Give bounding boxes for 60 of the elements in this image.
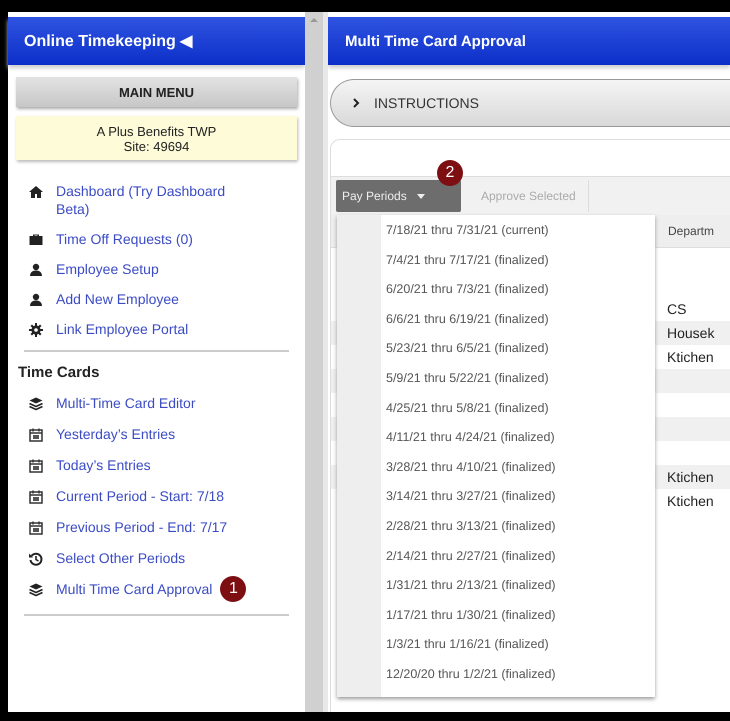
calendar-icon	[28, 458, 44, 474]
layers-icon	[28, 582, 44, 598]
menu-item[interactable]: 6/20/21 thru 7/3/21 (finalized)	[386, 282, 556, 312]
menu-item[interactable]: 6/6/21 thru 6/19/21 (finalized)	[386, 312, 556, 342]
menu-item[interactable]: 5/23/21 thru 6/5/21 (finalized)	[386, 341, 556, 371]
site-name: A Plus Benefits TWP	[96, 124, 218, 139]
briefcase-icon	[28, 232, 44, 248]
callout-badge: 1	[220, 576, 246, 602]
site-id: Site: 49694	[122, 139, 190, 154]
menu-link[interactable]: Today’s Entries	[56, 456, 151, 474]
section-heading: Time Cards	[17, 364, 100, 381]
menu-item[interactable]: 1/17/21 thru 1/30/21 (finalized)	[386, 608, 556, 638]
page-title: Multi Time Card Approval	[328, 17, 730, 65]
calendar-icon	[28, 427, 44, 443]
instructions-label: INSTRUCTIONS	[374, 95, 479, 111]
table-cell: Ktichen	[667, 493, 714, 509]
pay-periods-button[interactable]: Pay Periods	[336, 180, 461, 212]
menu-item[interactable]: 3/14/21 thru 3/27/21 (finalized)	[386, 489, 556, 519]
menu-item[interactable]: 12/20/20 thru 1/2/21 (finalized)	[386, 666, 556, 696]
table-cell: Ktichen	[667, 349, 714, 365]
table-cell: Housek	[667, 325, 714, 341]
caret-icon	[416, 194, 425, 198]
menu-link[interactable]: Employee Setup	[56, 260, 159, 278]
menu-item[interactable]: 1/31/21 thru 2/13/21 (finalized)	[386, 578, 556, 608]
layers-icon	[28, 396, 44, 412]
menu-link[interactable]: Link Employee Portal	[56, 320, 188, 338]
menu-item[interactable]: 7/4/21 thru 7/17/21 (finalized)	[386, 252, 556, 282]
menu-link[interactable]: Multi Time Card Approval	[56, 580, 212, 598]
history-icon	[28, 551, 44, 567]
menu-link[interactable]: Select Other Periods	[56, 549, 186, 567]
scroll-up-icon[interactable]	[309, 16, 319, 24]
table-cell: CS	[667, 301, 686, 317]
menu-link[interactable]: Multi-Time Card Editor	[56, 394, 196, 412]
gear-icon	[28, 322, 44, 338]
instructions-bar[interactable]: INSTRUCTIONS	[330, 79, 730, 127]
menu-item[interactable]: 2/28/21 thru 3/13/21 (finalized)	[386, 518, 556, 549]
menu-link[interactable]: Dashboard (Try Dashboard Beta)	[56, 182, 256, 218]
sidebar-title[interactable]: Online Timekeeping ◀	[8, 17, 305, 65]
menu-item[interactable]: 4/25/21 thru 5/8/21 (finalized)	[386, 400, 556, 430]
menu-item[interactable]: 4/11/21 thru 4/24/21 (finalized)	[386, 430, 556, 460]
menu-item[interactable]: 3/28/21 thru 4/10/21 (finalized)	[386, 460, 556, 490]
menu-link[interactable]: Current Period - Start: 7/18	[56, 487, 224, 505]
chevron-icon	[353, 98, 360, 108]
menu-item[interactable]: 2/14/21 thru 2/27/21 (finalized)	[386, 548, 556, 578]
home-icon	[28, 184, 44, 200]
menu-link[interactable]: Yesterday’s Entries	[56, 425, 176, 443]
person-icon	[28, 262, 44, 278]
person-icon	[28, 292, 44, 308]
menu-link[interactable]: Time Off Requests (0)	[56, 230, 193, 248]
table-cell: Ktichen	[667, 469, 714, 485]
menu-link[interactable]: Previous Period - End: 7/17	[56, 518, 228, 536]
menu-item[interactable]: 1/3/21 thru 1/16/21 (finalized)	[386, 637, 556, 667]
calendar-icon	[28, 520, 44, 536]
column-header[interactable]: Departm	[668, 224, 714, 238]
menu-item[interactable]: 7/18/21 thru 7/31/21 (current)	[386, 223, 556, 253]
menu-link[interactable]: Add New Employee	[56, 290, 179, 308]
main-menu-button[interactable]: MAIN MENU	[16, 77, 297, 107]
menu-item[interactable]: 5/9/21 thru 5/22/21 (finalized)	[386, 370, 556, 401]
calendar-icon	[28, 489, 44, 505]
callout-badge: 2	[437, 160, 463, 186]
